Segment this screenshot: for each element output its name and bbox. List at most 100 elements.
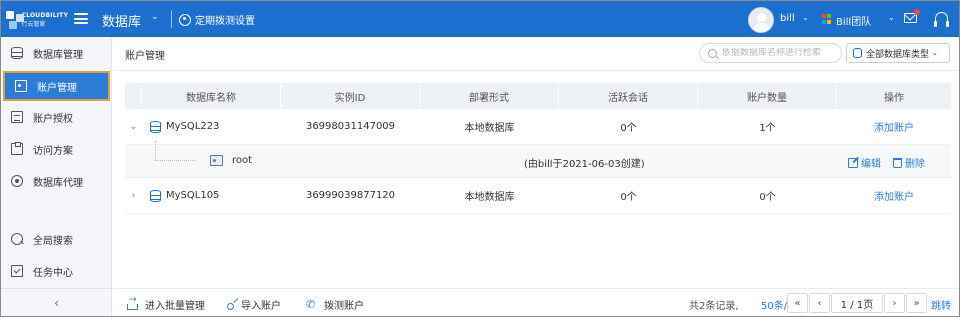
collapse-sidebar-button[interactable]: ‹ <box>1 288 112 316</box>
search-icon <box>11 233 23 245</box>
gear-icon <box>179 13 191 26</box>
current-page: 1 / 1页 <box>831 293 883 313</box>
instance-id: 36998031147009 <box>305 121 396 132</box>
sidebar-item-label: 任务中心 <box>33 267 73 279</box>
sidebar-item-database-proxy[interactable]: 数据库代理 <box>1 167 112 195</box>
logo-text: CLOUDBILITY 行云管家 <box>22 11 68 29</box>
chevron-down-icon[interactable]: ⌄ <box>888 13 895 22</box>
jump-button[interactable]: 跳转 <box>931 297 951 312</box>
instance-id: 36999039877120 <box>305 190 396 201</box>
sidebar-item-access-plan[interactable]: 访问方案 <box>1 135 112 163</box>
sidebar-item-label: 访问方案 <box>33 145 73 157</box>
database-name: MySQL105 <box>166 190 220 201</box>
add-account-link[interactable]: 添加账户 <box>874 188 914 203</box>
database-name: MySQL223 <box>166 121 220 132</box>
table-row: ⌄ MySQL223 36998031147009 本地数据库 0个 1个 添加… <box>125 109 951 145</box>
app-window: CLOUDBILITY 行云管家 数据库 ⌄ 定期拨测设置 bill ⌄ Bil… <box>0 0 960 317</box>
chevron-down-icon[interactable]: ⌄ <box>802 13 809 22</box>
headset-icon[interactable] <box>934 12 949 27</box>
sidebar-item-label: 全局搜索 <box>33 235 73 247</box>
key-icon <box>227 302 234 310</box>
delete-link[interactable]: 删除 <box>905 155 925 170</box>
team-icon <box>822 14 832 24</box>
sidebar-item-task-center[interactable]: 任务中心 <box>1 257 112 285</box>
batch-manage-button[interactable]: 进入批量管理 <box>127 295 205 312</box>
document-icon <box>11 111 23 123</box>
search-box[interactable] <box>699 43 842 63</box>
sidebar-item-account-management[interactable]: 账户管理 <box>3 71 110 101</box>
column-header-expand <box>125 83 142 109</box>
sidebar-item-label: 数据库代理 <box>33 177 83 189</box>
top-bar: CLOUDBILITY 行云管家 数据库 ⌄ 定期拨测设置 bill ⌄ Bil… <box>1 1 959 37</box>
trash-icon[interactable] <box>893 157 902 168</box>
search-input[interactable] <box>722 48 842 58</box>
search-icon <box>708 48 717 58</box>
first-page-button[interactable]: « <box>787 293 808 313</box>
user-name[interactable]: bill <box>780 13 795 24</box>
menu-icon[interactable] <box>74 13 88 24</box>
sidebar-item-label: 账户授权 <box>33 113 73 125</box>
account-count: 0个 <box>759 192 776 203</box>
column-header: 实例ID <box>281 83 420 109</box>
sidebar-item-global-search[interactable]: 全局搜索 <box>1 225 112 253</box>
edit-link[interactable]: 编辑 <box>861 155 881 170</box>
sidebar-item-database-management[interactable]: 数据库管理 <box>1 39 112 67</box>
expand-toggle[interactable]: › <box>125 178 142 213</box>
database-type-select[interactable]: 全部数据库类型 ⌄ <box>846 43 950 63</box>
account-name: root <box>232 155 253 166</box>
cloudbility-logo[interactable]: CLOUDBILITY 行云管家 <box>6 8 68 32</box>
import-accounts-label: 导入账户 <box>241 301 281 312</box>
task-icon <box>11 265 23 277</box>
logo-mark-icon <box>6 11 24 29</box>
sidebar-item-account-authorization[interactable]: 账户授权 <box>1 103 112 131</box>
column-header: 数据库名称 <box>142 83 281 109</box>
footer-bar: 进入批量管理 导入账户 ✆ 拨测账户 共2条记录, 50条/页 « ‹ 1 / … <box>113 288 959 316</box>
import-accounts-button[interactable]: 导入账户 <box>227 297 281 312</box>
database-accounts-table: 数据库名称 实例ID 部署形式 活跃会话 账户数量 操作 ⌄ MySQL223 … <box>125 83 951 214</box>
team-name[interactable]: Bill团队 <box>836 13 871 28</box>
database-icon <box>11 47 23 59</box>
database-icon <box>150 189 161 202</box>
edit-icon[interactable] <box>848 157 858 168</box>
breadcrumb: 账户管理 <box>125 51 165 62</box>
column-header: 活跃会话 <box>559 83 698 109</box>
clipboard-icon <box>11 142 23 155</box>
logo-line-1: CLOUDBILITY <box>21 12 68 19</box>
column-header: 账户数量 <box>698 83 837 109</box>
prev-page-button[interactable]: ‹ <box>809 293 830 313</box>
deployment-type: 本地数据库 <box>464 123 515 134</box>
active-sessions: 0个 <box>620 192 637 203</box>
divider <box>113 70 959 71</box>
avatar[interactable] <box>748 7 774 33</box>
probe-accounts-button[interactable]: ✆ 拨测账户 <box>306 297 364 313</box>
sidebar-item-label: 账户管理 <box>37 82 77 94</box>
probe-accounts-label: 拨测账户 <box>324 301 364 312</box>
account-sub-row: root (由bill于2021-06-03创建) 编辑 删除 <box>125 141 951 178</box>
batch-manage-label: 进入批量管理 <box>145 301 205 312</box>
chevron-down-icon[interactable]: ⌄ <box>151 12 159 22</box>
next-page-button[interactable]: › <box>884 293 905 313</box>
table-header: 数据库名称 实例ID 部署形式 活跃会话 账户数量 操作 <box>125 83 951 109</box>
add-account-link[interactable]: 添加账户 <box>874 119 914 134</box>
account-count: 1个 <box>759 123 776 134</box>
account-created-note: (由bill于2021-06-03创建) <box>524 159 645 170</box>
action-cell: 添加账户 <box>837 109 951 144</box>
database-name-cell: MySQL105 <box>142 178 281 213</box>
active-sessions: 0个 <box>620 123 637 134</box>
module-title[interactable]: 数据库 <box>102 11 141 30</box>
expand-toggle[interactable]: ⌄ <box>125 109 142 144</box>
last-page-button[interactable]: » <box>906 293 927 313</box>
chevron-down-icon: ⌄ <box>932 49 938 57</box>
tree-connector <box>155 141 195 161</box>
account-card-icon <box>15 80 27 92</box>
enter-icon <box>127 295 138 310</box>
deployment-type: 本地数据库 <box>464 192 515 203</box>
proxy-icon <box>11 175 23 187</box>
schedule-probe-settings-button[interactable]: 定期拨测设置 <box>179 12 255 27</box>
divider <box>171 10 172 28</box>
sidebar-item-label: 数据库管理 <box>33 49 83 61</box>
database-icon <box>150 120 161 133</box>
chevron-left-icon: ‹ <box>54 296 59 310</box>
sidebar: 数据库管理 账户管理 账户授权 访问方案 数据库代理 全局搜索 任务中心 ‹ <box>1 37 112 316</box>
database-name-cell: MySQL223 <box>142 109 281 144</box>
